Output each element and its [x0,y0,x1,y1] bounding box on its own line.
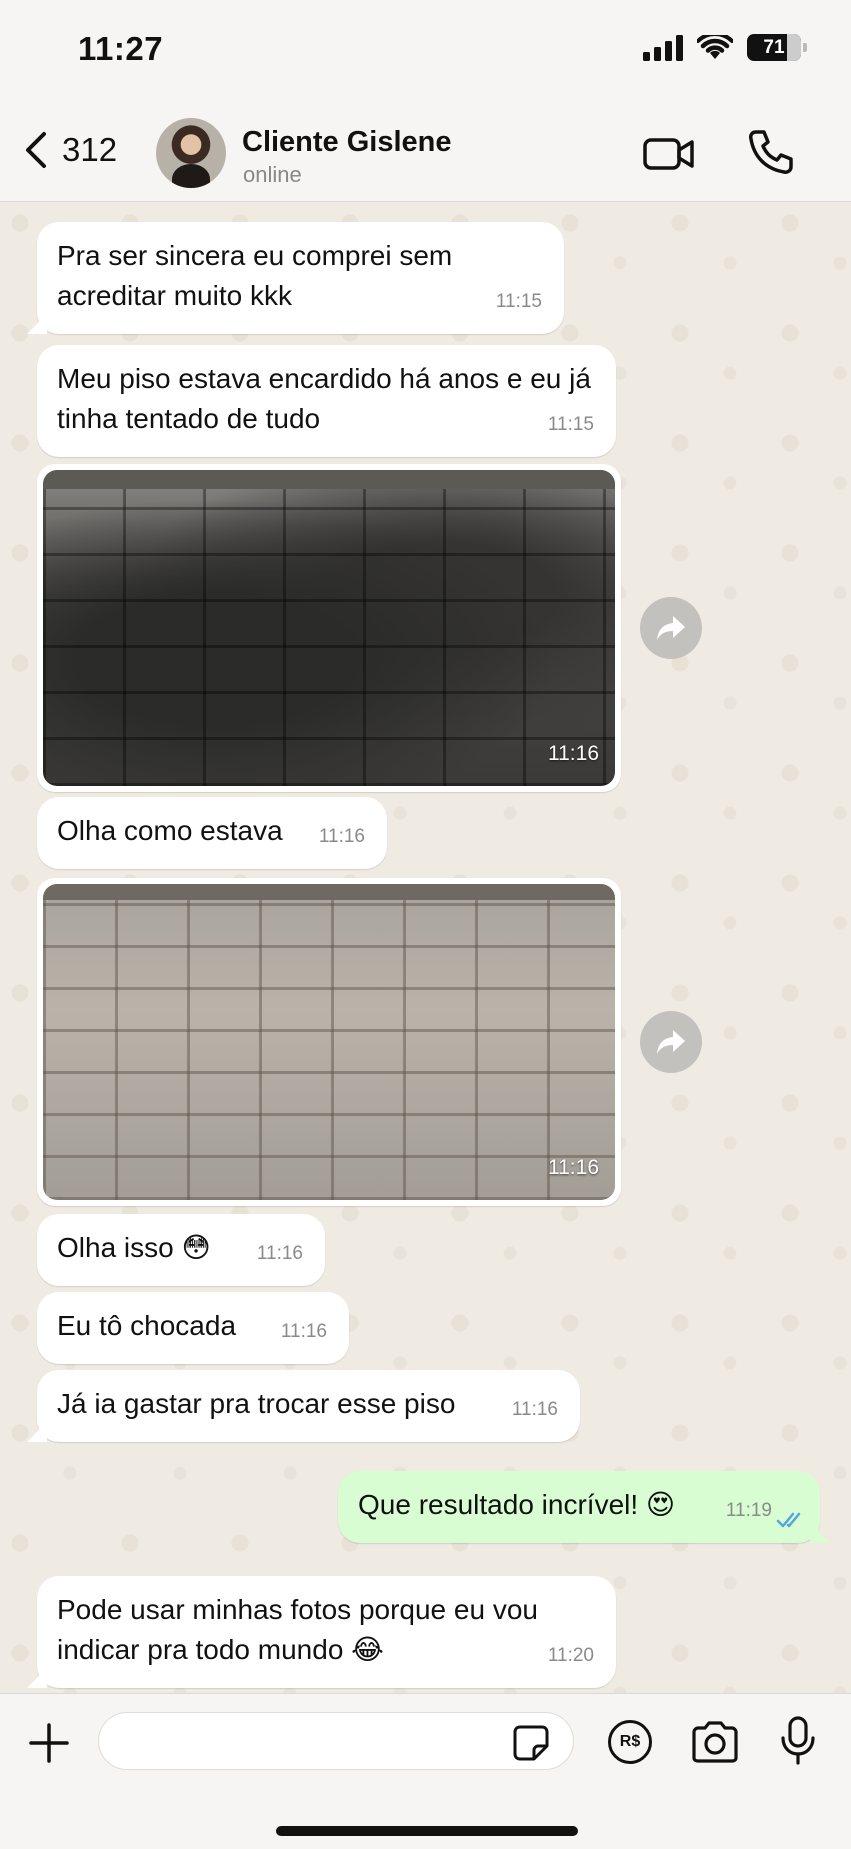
status-icons: 71 [643,34,807,61]
message-time: 11:20 [547,1645,594,1666]
message-time: 11:15 [495,291,542,312]
back-button[interactable]: 312 [22,130,117,170]
message-bubble[interactable]: Meu piso estava encardido há anos e eu j… [37,345,616,457]
message-bubble[interactable]: Olha como estava 11:16 [37,797,387,869]
message-time: 11:16 [511,1399,558,1420]
video-call-icon[interactable] [642,134,696,174]
message-input[interactable] [98,1712,574,1770]
message-text: Já ia gastar pra trocar esse piso [57,1388,456,1419]
message-bubble[interactable]: Pode usar minhas fotos porque eu vou ind… [37,1576,616,1688]
plus-icon[interactable] [28,1722,70,1764]
chat-area[interactable]: Pra ser sincera eu comprei sem acreditar… [0,203,851,1693]
message-bubble-outgoing[interactable]: Que resultado incrível! 😍 11:19 [338,1471,820,1543]
photo-message[interactable]: 11:16 [37,878,621,1206]
microphone-icon[interactable] [780,1716,816,1766]
unread-count: 312 [62,131,118,168]
message-time: 11:16 [318,826,365,847]
avatar[interactable] [156,118,226,188]
contact-name[interactable]: Cliente Gislene [242,126,452,159]
battery-level: 71 [763,36,785,58]
message-bubble[interactable]: Eu tô chocada 11:16 [37,1292,349,1364]
photo-after[interactable]: 11:16 [43,884,615,1200]
sticker-icon[interactable] [512,1724,550,1762]
forward-icon [657,1030,685,1054]
message-time: 11:19 [725,1500,772,1521]
photo-before[interactable]: 11:16 [43,470,615,786]
message-text: Pra ser sincera eu comprei sem acreditar… [57,240,453,311]
home-indicator[interactable] [276,1826,578,1836]
message-time: 11:15 [547,414,594,435]
phone-call-icon[interactable] [746,128,794,176]
wifi-icon [697,34,733,59]
forward-button[interactable] [640,597,702,659]
chat-header: 312 Cliente Gislene online [0,110,851,202]
battery-icon: 71 [747,34,807,61]
message-text: Pode usar minhas fotos porque eu vou ind… [57,1594,538,1665]
message-time: 11:16 [280,1321,327,1342]
photo-time: 11:16 [548,1156,599,1179]
read-ticks-icon [776,1512,801,1528]
message-text: Meu piso estava encardido há anos e eu j… [57,363,591,434]
photo-time: 11:16 [548,742,599,765]
camera-icon[interactable] [690,1720,740,1764]
payment-icon[interactable]: R$ [608,1720,652,1764]
signal-icon [643,34,683,61]
chevron-left-icon [26,132,46,168]
message-time: 11:16 [256,1243,303,1264]
contact-status: online [243,162,302,187]
status-bar: 11:27 71 [0,0,851,110]
message-bubble[interactable]: Olha isso 😳 11:16 [37,1214,325,1286]
forward-icon [657,616,685,640]
photo-message[interactable]: 11:16 [37,464,621,792]
status-time: 11:27 [78,30,164,67]
message-bubble[interactable]: Já ia gastar pra trocar esse piso 11:16 [37,1370,580,1442]
message-bubble[interactable]: Pra ser sincera eu comprei sem acreditar… [37,222,564,334]
input-bar: R$ [0,1693,851,1849]
forward-button[interactable] [640,1011,702,1073]
currency-label: R$ [619,1733,641,1750]
